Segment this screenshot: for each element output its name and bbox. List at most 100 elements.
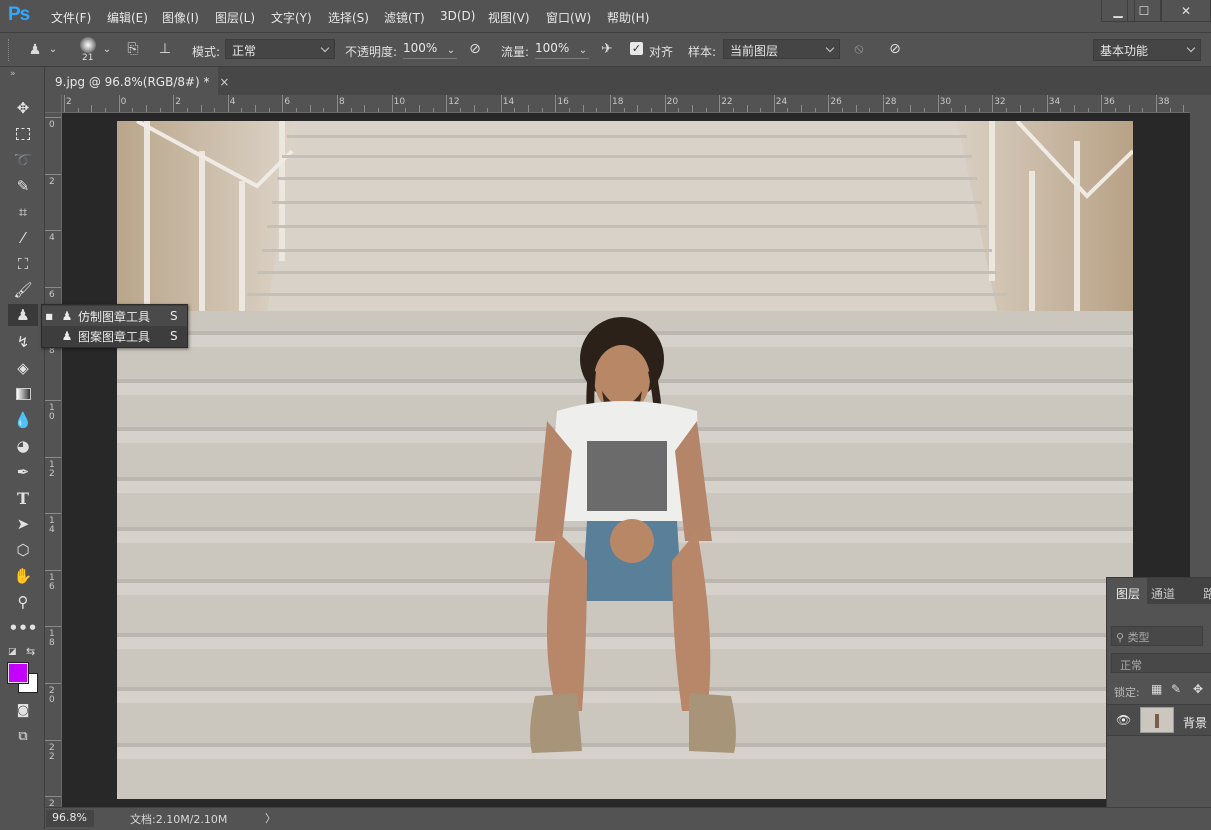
pressure-size-icon[interactable]: ⊘ <box>886 41 904 57</box>
menu-type[interactable]: 文字(Y) <box>271 9 312 26</box>
menu-image[interactable]: 图像(I) <box>162 9 199 26</box>
shape-tool-icon[interactable]: ⬡ <box>11 539 35 561</box>
ruler-tick <box>45 117 61 118</box>
collapse-icon[interactable]: » <box>10 69 16 79</box>
brush-panel-icon[interactable]: ⎘ <box>124 41 142 57</box>
horizontal-ruler[interactable]: 2 0 2 4 6 8 10 12 14 16 18 20 22 24 26 28 30 32 34 36 38 <box>62 95 1190 113</box>
ignore-adjustment-icon[interactable]: ⦸ <box>850 41 868 57</box>
tab-channels[interactable]: 通道 <box>1151 585 1175 602</box>
menu-3d[interactable]: 3D(D) <box>440 9 475 23</box>
document-tab[interactable]: 9.jpg @ 96.8%(RGB/8#) * × <box>45 67 229 95</box>
document-tab-bar: 9.jpg @ 96.8%(RGB/8#) * × <box>45 67 1211 95</box>
ruler-minor-tick <box>760 108 762 112</box>
dodge-tool-icon[interactable]: ◕ <box>11 435 35 457</box>
quick-mask-icon[interactable]: ◙ <box>11 699 35 721</box>
lock-move-icon[interactable]: ✥ <box>1193 682 1203 696</box>
ruler-minor-tick <box>978 108 980 112</box>
blend-mode-select[interactable]: 正常 <box>1111 653 1211 673</box>
eraser-tool-icon[interactable]: ◈ <box>11 357 35 379</box>
foreground-color-swatch[interactable] <box>7 662 29 684</box>
tab-close-icon[interactable]: × <box>219 75 229 89</box>
ruler-tick <box>45 569 61 571</box>
menu-window[interactable]: 窗口(W) <box>546 9 591 26</box>
menu-layer[interactable]: 图层(L) <box>215 9 255 26</box>
eyedropper-tool-icon[interactable]: ⁄ <box>11 227 35 249</box>
more-tools-icon[interactable]: ••• <box>9 617 38 639</box>
chevron-down-icon[interactable]: ⌄ <box>446 43 456 59</box>
mode-label: 模式: <box>192 45 221 59</box>
ruler-minor-tick <box>582 105 584 112</box>
sample-select[interactable]: 当前图层 <box>723 39 840 59</box>
brush-tool-icon[interactable]: 🖌 <box>11 279 35 301</box>
layer-filter[interactable]: ⚲ 类型 <box>1111 626 1203 646</box>
visibility-eye-icon[interactable]: 👁 <box>1116 713 1131 727</box>
move-tool-icon[interactable]: ✥ <box>11 97 35 119</box>
gradient-tool-icon[interactable] <box>11 383 35 405</box>
mode-select[interactable]: 正常 <box>225 39 335 59</box>
pressure-opacity-icon[interactable]: ⊘ <box>466 41 484 57</box>
ruler-minor-tick <box>405 108 407 112</box>
flyout-item-clone-stamp[interactable]: ■ ♟ 仿制图章工具 S <box>42 306 187 326</box>
ruler-tick <box>391 95 393 112</box>
flyout-item-shortcut: S <box>170 329 178 343</box>
maximize-icon[interactable]: ☐ <box>1127 0 1161 22</box>
lock-paint-icon[interactable]: ✎ <box>1171 682 1181 696</box>
layer-thumbnail <box>1140 707 1174 733</box>
ruler-origin[interactable] <box>45 95 62 113</box>
tab-layers[interactable]: 图层 <box>1107 578 1147 604</box>
quick-select-tool-icon[interactable]: ✎ <box>11 175 35 197</box>
brush-preview-icon[interactable] <box>80 37 96 53</box>
ruler-minor-tick <box>1169 108 1171 112</box>
align-checkbox[interactable]: ✓ <box>630 42 643 55</box>
grip-handle[interactable] <box>8 39 10 61</box>
lasso-tool-icon[interactable]: ➰ <box>11 149 35 171</box>
clone-stamp-tool-icon[interactable]: ♟ <box>8 304 38 326</box>
ruler-minor-tick <box>1115 108 1117 112</box>
ruler-label: 36 <box>1103 97 1115 107</box>
crop-tool-icon[interactable]: ⌗ <box>11 201 35 223</box>
tab-paths[interactable]: 路 <box>1203 585 1211 602</box>
menu-select[interactable]: 选择(S) <box>328 9 369 26</box>
flow-label: 流量: <box>501 45 530 59</box>
chevron-down-icon[interactable]: ⌄ <box>578 43 588 59</box>
zoom-tool-icon[interactable]: ⚲ <box>11 591 35 613</box>
screen-mode-icon[interactable]: ⧉ <box>11 725 35 747</box>
ruler-minor-tick <box>255 105 257 112</box>
workspace-select[interactable]: 基本功能 <box>1093 39 1201 61</box>
ruler-tick <box>1101 95 1103 112</box>
menu-view[interactable]: 视图(V) <box>488 9 530 26</box>
menu-file[interactable]: 文件(F) <box>51 9 91 26</box>
status-menu-arrow[interactable]: 〉 <box>265 810 276 826</box>
pen-tool-icon[interactable]: ✒ <box>11 461 35 483</box>
clone-stamp-preset-icon[interactable]: ♟ <box>26 42 44 58</box>
ruler-label: 8 <box>339 97 345 107</box>
swap-colors-icon[interactable]: ⇆ <box>26 645 35 658</box>
blur-tool-icon[interactable]: 💧 <box>11 409 35 431</box>
hand-tool-icon[interactable]: ✋ <box>11 565 35 587</box>
vertical-ruler[interactable]: 0 2 4 6 8 1 0 1 2 1 4 1 6 1 8 2 0 2 2 2 4 <box>45 113 62 807</box>
chevron-down-icon[interactable]: ⌄ <box>47 42 59 58</box>
document-image[interactable] <box>117 121 1133 799</box>
clone-source-icon[interactable]: ⊥ <box>156 41 174 57</box>
airbrush-icon[interactable]: ✈ <box>598 41 616 57</box>
chevron-down-icon[interactable]: ⌄ <box>101 42 113 58</box>
default-colors-icon[interactable]: ◪ <box>8 647 17 657</box>
flyout-item-shortcut: S <box>170 309 178 323</box>
flyout-item-pattern-stamp[interactable]: ♟ 图案图章工具 S <box>42 326 187 346</box>
patch-tool-icon[interactable]: ⛶ <box>11 253 35 275</box>
type-tool-icon[interactable]: T <box>11 487 35 509</box>
history-brush-tool-icon[interactable]: ↯ <box>11 331 35 353</box>
menu-help[interactable]: 帮助(H) <box>607 9 649 26</box>
ruler-tick <box>1156 95 1157 112</box>
lock-transparent-icon[interactable]: ▦ <box>1151 682 1162 696</box>
zoom-field[interactable]: 96.8% <box>46 810 94 827</box>
ruler-tick <box>282 95 284 112</box>
marquee-tool-icon[interactable] <box>11 123 35 145</box>
menu-edit[interactable]: 编辑(E) <box>107 9 148 26</box>
close-icon[interactable]: ✕ <box>1161 0 1211 22</box>
menu-filter[interactable]: 滤镜(T) <box>384 9 425 26</box>
path-select-tool-icon[interactable]: ➤ <box>11 513 35 535</box>
layer-row-background[interactable]: 👁 背景 <box>1107 704 1211 736</box>
tools-panel: » ✥ ➰ ✎ ⌗ ⁄ ⛶ 🖌 ♟ ↯ ◈ 💧 ◕ ✒ T ➤ ⬡ ✋ ⚲ ••… <box>0 67 45 829</box>
ruler-tick <box>937 95 939 112</box>
